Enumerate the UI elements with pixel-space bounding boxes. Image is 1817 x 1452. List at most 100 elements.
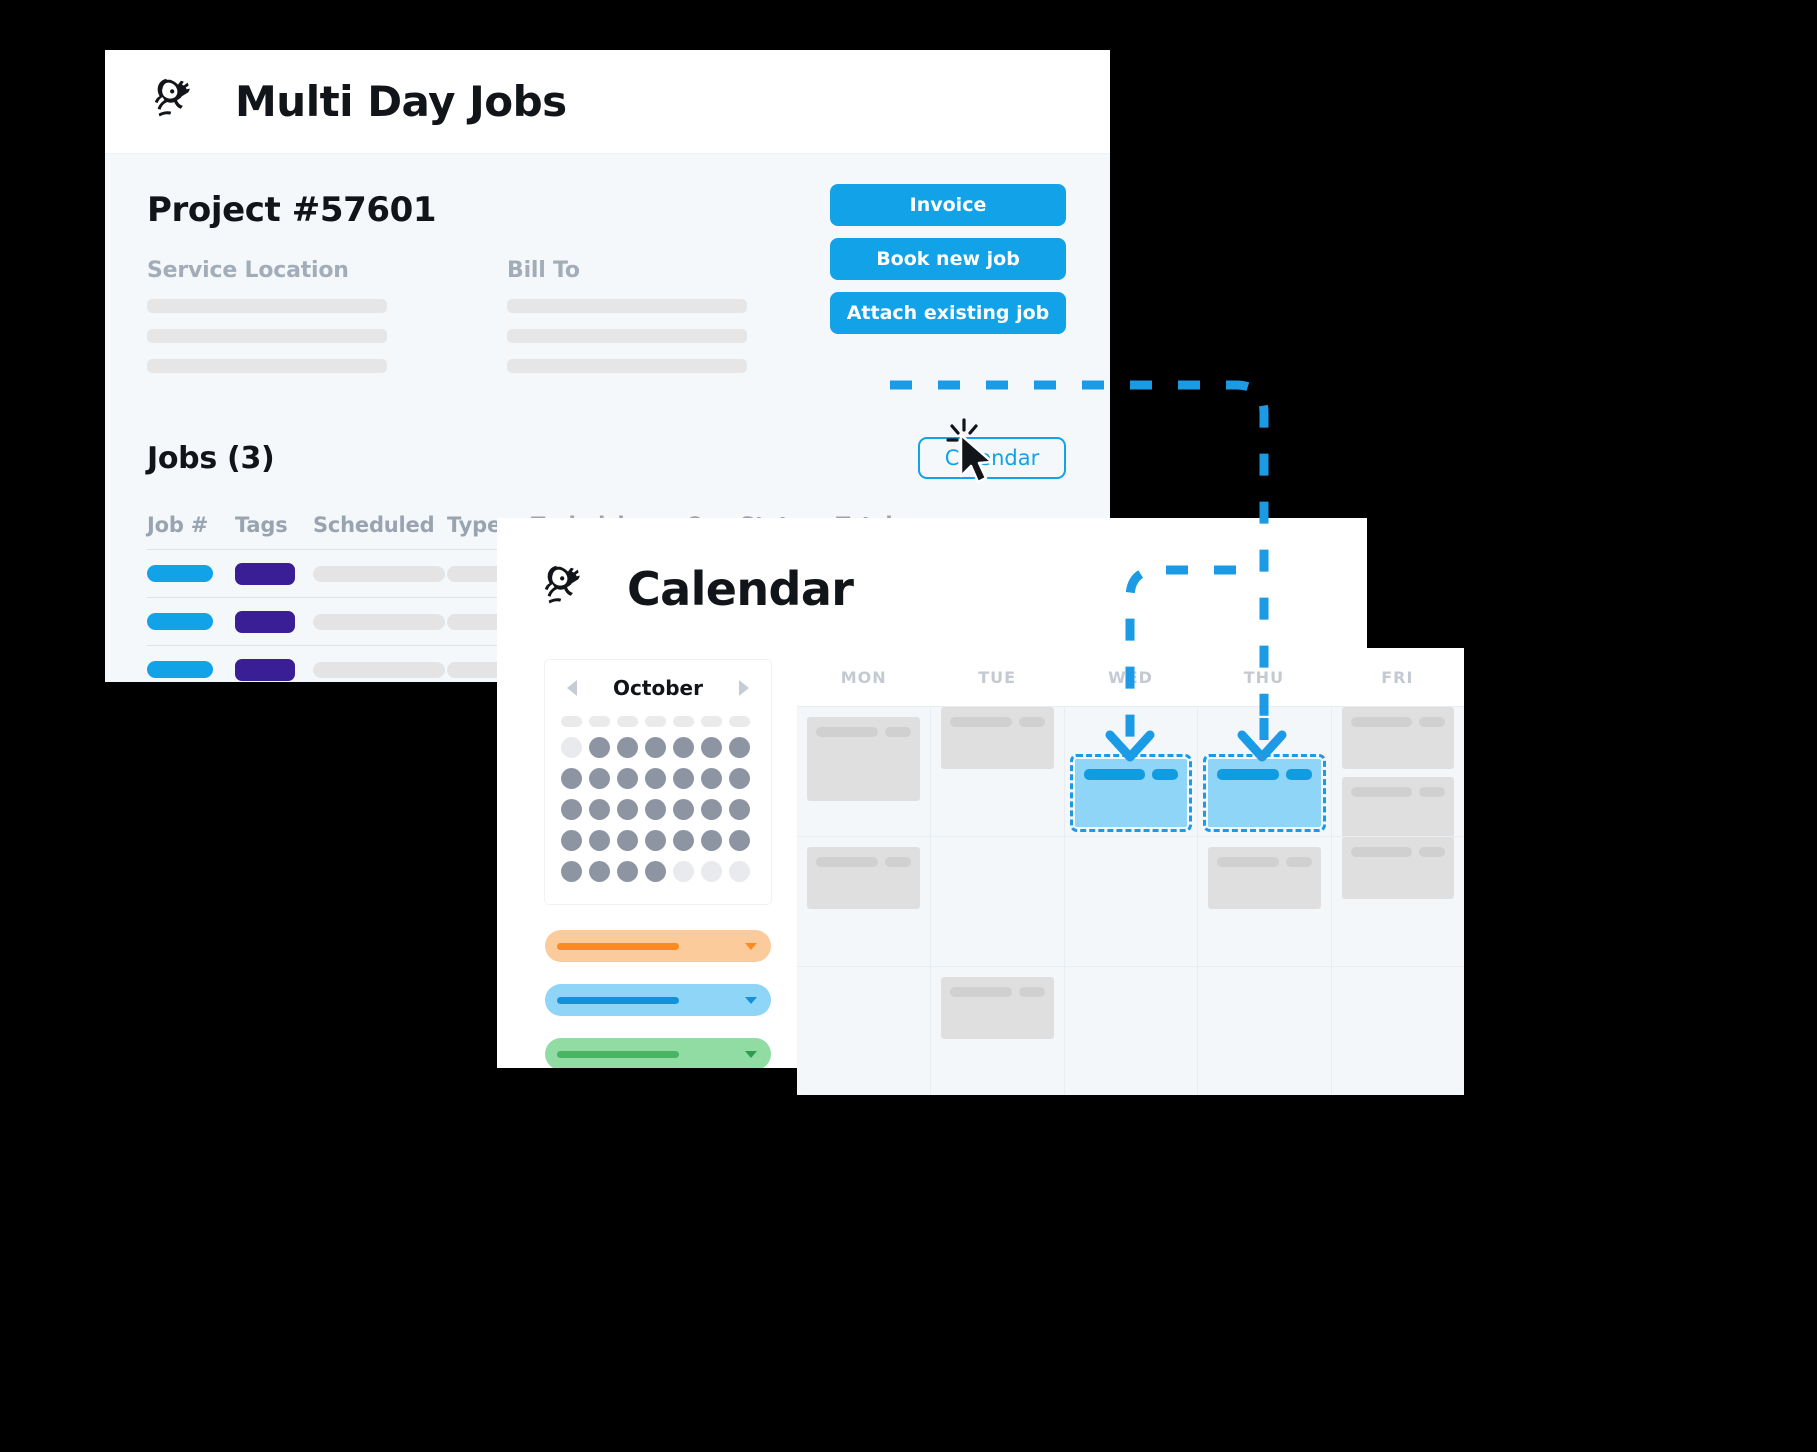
mini-calendar-day[interactable] [673, 830, 694, 851]
mini-calendar-day[interactable] [561, 830, 582, 851]
filter-orange[interactable] [545, 930, 771, 962]
calendar-filter-list [545, 930, 771, 1068]
mini-calendar-day[interactable] [729, 768, 750, 789]
calendar-event[interactable] [1208, 847, 1321, 909]
mini-calendar-day[interactable] [617, 737, 638, 758]
calendar-event[interactable] [807, 717, 921, 801]
mini-calendar-day[interactable] [589, 737, 610, 758]
selected-calendar-event[interactable] [1203, 754, 1326, 832]
mini-calendar-day[interactable] [673, 861, 694, 882]
calendar-day-cell[interactable] [1330, 836, 1464, 966]
calendar-day-cell[interactable] [1063, 836, 1198, 966]
calendar-day-cell[interactable] [930, 836, 1064, 966]
mini-calendar-week [561, 799, 755, 820]
mini-calendar-day[interactable] [645, 861, 666, 882]
day-header-thu: THU [1243, 667, 1285, 687]
mini-calendar-day[interactable] [561, 768, 582, 789]
mini-calendar-day[interactable] [645, 830, 666, 851]
previous-month-arrow-icon[interactable] [567, 680, 577, 696]
bill-to-block: Bill To [507, 258, 807, 373]
mini-calendar-day[interactable] [589, 861, 610, 882]
mini-calendar-day[interactable] [645, 737, 666, 758]
jobs-app-title: Multi Day Jobs [235, 77, 567, 126]
calendar-event[interactable] [807, 847, 921, 909]
mini-calendar-day[interactable] [645, 768, 666, 789]
mini-calendar-day[interactable] [701, 737, 722, 758]
mini-calendar-day[interactable] [589, 830, 610, 851]
selected-calendar-event[interactable] [1069, 754, 1193, 832]
job-number-chip [147, 613, 213, 630]
calendar-day-cell[interactable] [930, 966, 1064, 1095]
calendar-event[interactable] [1341, 777, 1454, 839]
mini-calendar-day[interactable] [561, 861, 582, 882]
calendar-event[interactable] [1341, 837, 1454, 899]
book-new-job-button[interactable]: Book new job [830, 238, 1066, 280]
event-title-placeholder [1217, 769, 1279, 780]
mini-calendar-day[interactable] [589, 799, 610, 820]
calendar-day-cell[interactable] [797, 966, 931, 1095]
calendar-day-cell[interactable] [1197, 966, 1331, 1095]
table-cell [235, 562, 313, 585]
mini-calendar-day[interactable] [701, 768, 722, 789]
mini-calendar-day[interactable] [617, 830, 638, 851]
mini-calendar-day[interactable] [673, 737, 694, 758]
calendar-day-cell[interactable] [797, 836, 931, 966]
mini-calendar-day[interactable] [561, 737, 582, 758]
mini-calendar-day[interactable] [673, 768, 694, 789]
calendar-day-cell[interactable] [1063, 966, 1198, 1095]
mini-calendar-day[interactable] [729, 737, 750, 758]
attach-existing-job-button[interactable]: Attach existing job [830, 292, 1066, 334]
mini-calendar-day[interactable] [729, 799, 750, 820]
event-meta-placeholder [1418, 847, 1445, 857]
tag-chip [235, 658, 295, 681]
mini-calendar: October [545, 660, 771, 904]
mini-calendar-day[interactable] [701, 799, 722, 820]
day-header-fri: FRI [1381, 667, 1414, 687]
mouse-pointer-click-icon [946, 418, 994, 484]
mini-calendar-day[interactable] [617, 861, 638, 882]
weekday-placeholder [617, 716, 638, 727]
calendar-event[interactable] [1341, 707, 1454, 769]
mini-calendar-day[interactable] [645, 799, 666, 820]
chevron-down-icon[interactable] [745, 996, 757, 1004]
filter-green[interactable] [545, 1038, 771, 1068]
calendar-event[interactable] [941, 707, 1054, 769]
mini-calendar-day[interactable] [729, 861, 750, 882]
invoice-button[interactable]: Invoice [830, 184, 1066, 226]
event-meta-placeholder [1152, 769, 1179, 780]
weekday-placeholder [645, 716, 666, 727]
calendar-day-cell[interactable] [930, 706, 1064, 836]
mini-calendar-panel: October [545, 660, 771, 1068]
calendar-event[interactable] [941, 977, 1054, 1039]
mini-calendar-day[interactable] [701, 830, 722, 851]
calendar-day-headers: MON TUE WED THU FRI [797, 648, 1464, 706]
table-cell [147, 565, 235, 582]
day-header-wed: WED [1108, 667, 1153, 687]
chevron-down-icon[interactable] [745, 1050, 757, 1058]
tag-chip [235, 610, 295, 633]
calendar-day-cell[interactable] [1197, 836, 1331, 966]
next-month-arrow-icon[interactable] [739, 680, 749, 696]
calendar-day-cell[interactable] [1330, 966, 1464, 1095]
weekday-placeholder [589, 716, 610, 727]
mini-calendar-day[interactable] [701, 861, 722, 882]
mini-calendar-day[interactable] [617, 768, 638, 789]
calendar-day-cell[interactable] [1063, 706, 1198, 836]
bill-to-label: Bill To [507, 258, 580, 283]
table-cell [235, 658, 313, 681]
calendar-day-cell[interactable] [797, 706, 931, 836]
mini-calendar-day[interactable] [729, 830, 750, 851]
mini-calendar-day[interactable] [673, 799, 694, 820]
event-meta-placeholder [1285, 769, 1312, 780]
column-tags: Tags [235, 513, 288, 537]
mini-calendar-day[interactable] [561, 799, 582, 820]
calendar-day-cell[interactable] [1330, 706, 1464, 839]
placeholder-line [507, 299, 747, 313]
chevron-down-icon[interactable] [745, 942, 757, 950]
column-scheduled: Scheduled [313, 513, 435, 537]
mini-calendar-day[interactable] [589, 768, 610, 789]
filter-blue[interactable] [545, 984, 771, 1016]
event-title-placeholder [950, 717, 1012, 727]
calendar-day-cell[interactable] [1197, 706, 1331, 836]
mini-calendar-day[interactable] [617, 799, 638, 820]
